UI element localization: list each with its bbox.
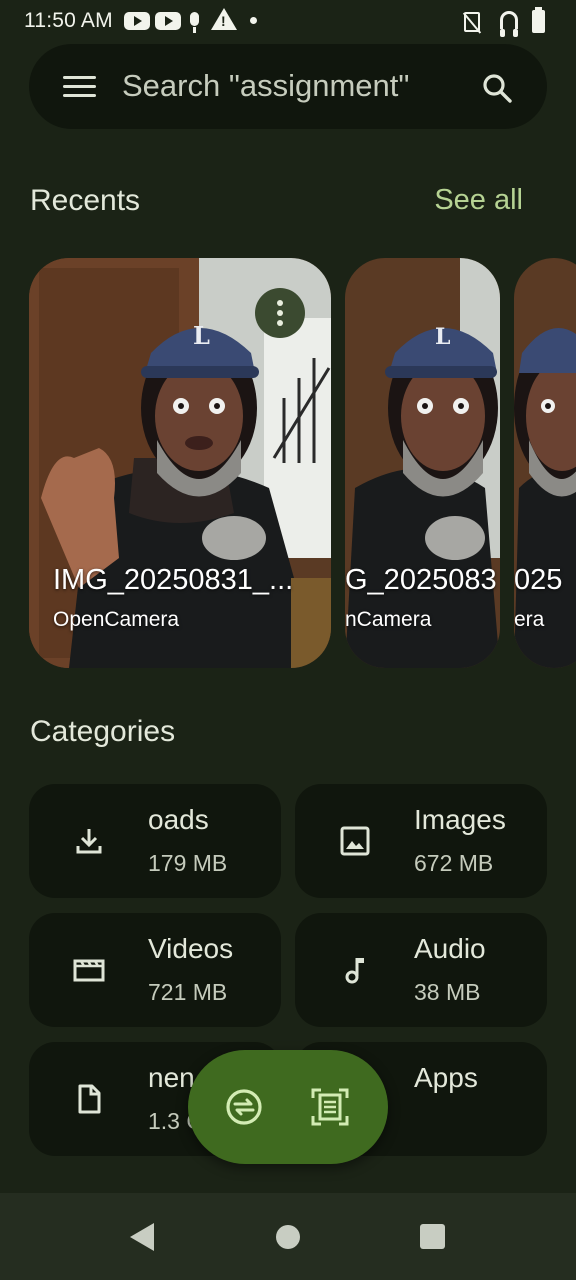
recent-item-name: G_2025083 [345,564,497,596]
music-note-icon [345,958,364,984]
switch-icon[interactable] [224,1087,264,1127]
download-icon [76,829,102,854]
menu-icon[interactable] [63,76,96,98]
category-name: nen [148,1062,195,1093]
category-size: 179 MB [148,850,228,876]
notification-dot-icon [250,17,257,24]
category-size: 38 MB [414,979,481,1005]
navigation-bar [0,1193,576,1280]
document-icon [78,1084,101,1114]
search-input[interactable]: Search "assignment" [122,68,409,104]
warning-icon [211,8,237,30]
search-bar[interactable]: Search "assignment" [29,44,547,129]
recents-icon[interactable] [420,1224,445,1249]
recent-item-name: 025 [514,564,563,596]
scan-document-icon[interactable] [310,1087,350,1127]
recent-item[interactable]: L G_2025083 nCamera [345,258,500,668]
category-images[interactable]: Images 672 MB [295,784,547,898]
mic-icon [190,12,199,33]
photo-thumbnail: L [345,258,500,668]
recent-item-source: era [514,608,545,631]
category-name: Videos [148,933,234,964]
youtube-icon [124,12,150,30]
category-size: 721 MB [148,979,228,1005]
photo-thumbnail [514,258,576,668]
more-options-icon[interactable] [255,288,305,338]
recents-title: Recents [30,184,141,217]
recent-item[interactable]: 025 era [514,258,576,668]
status-bar: 11:50 AM [0,0,576,44]
battery-icon [532,7,545,33]
category-name: Audio [414,933,486,964]
svg-text:L: L [193,321,210,350]
category-name: Apps [414,1062,478,1093]
status-time: 11:50 AM [24,9,113,32]
home-icon[interactable] [276,1225,300,1249]
headset-icon [500,11,518,37]
recent-item-source: OpenCamera [53,608,180,631]
category-name: oads [148,804,209,835]
search-icon[interactable] [481,72,513,104]
svg-text:L: L [435,324,450,350]
category-audio[interactable]: Audio 38 MB [295,913,547,1027]
recent-item[interactable]: L IMG_20250831_... OpenCamera [29,258,331,668]
image-icon [340,826,370,856]
recent-item-source: nCamera [345,608,432,631]
categories-title: Categories [30,715,176,748]
floating-action-bar [188,1050,388,1164]
see-all-link[interactable]: See all [434,184,523,217]
no-sim-icon [464,12,480,32]
movie-icon [73,959,105,982]
category-size: 672 MB [414,850,494,876]
category-videos[interactable]: Videos 721 MB [29,913,281,1027]
recent-item-name: IMG_20250831_... [53,564,294,596]
category-downloads[interactable]: oads 179 MB [29,784,281,898]
youtube-icon [155,12,181,30]
category-name: Images [414,804,506,835]
back-icon[interactable] [130,1223,154,1251]
